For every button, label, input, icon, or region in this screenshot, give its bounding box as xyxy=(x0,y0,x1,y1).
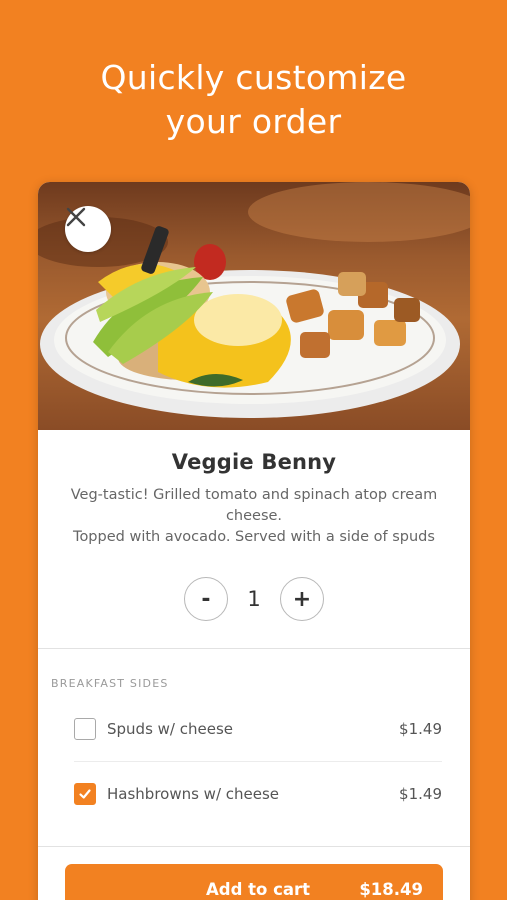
quantity-stepper: - 1 + xyxy=(38,577,470,621)
cart-total-price: $18.49 xyxy=(359,880,423,899)
increment-button[interactable]: + xyxy=(280,577,324,621)
item-description-line: Veg-tastic! Grilled tomato and spinach a… xyxy=(70,487,438,503)
add-to-cart-button[interactable]: Add to cart $18.49 xyxy=(65,864,443,900)
side-option-hashbrowns[interactable]: Hashbrowns w/ cheese $1.49 xyxy=(74,761,442,826)
breakfast-sides-header: BREAKFAST SIDES xyxy=(51,677,169,690)
side-option-price: $1.49 xyxy=(399,785,442,803)
decrement-button[interactable]: - xyxy=(184,577,228,621)
side-option-price: $1.49 xyxy=(399,719,442,738)
quantity-value: 1 xyxy=(247,587,261,611)
item-title: Veggie Benny xyxy=(171,450,337,474)
item-customization-card: Veggie Benny Veg-tastic! Grilled tomato … xyxy=(38,182,470,900)
headline-line-2: your order xyxy=(165,102,342,141)
item-description-line: Topped with avocado. Served with a side … xyxy=(73,529,435,545)
promo-headline: Quickly customize your order xyxy=(0,56,507,144)
side-option-spuds[interactable]: Spuds w/ cheese $1.49 xyxy=(74,696,442,761)
item-description-line: cheese. xyxy=(225,508,283,524)
add-to-cart-label: Add to cart xyxy=(206,880,311,899)
hashbrowns-checkbox[interactable] xyxy=(74,783,96,805)
headline-line-1: Quickly customize xyxy=(100,58,407,97)
food-photo xyxy=(38,182,470,430)
sides-options-list: Spuds w/ cheese $1.49 Hashbrowns w/ chee… xyxy=(38,696,470,826)
side-option-label: Hashbrowns w/ cheese xyxy=(107,785,280,803)
section-divider xyxy=(38,648,470,649)
close-icon xyxy=(66,207,86,227)
spuds-checkbox[interactable] xyxy=(74,717,96,740)
checkmark-icon xyxy=(79,789,91,799)
close-button[interactable] xyxy=(65,206,111,252)
footer-divider xyxy=(38,846,470,847)
side-option-label: Spuds w/ cheese xyxy=(107,719,233,738)
item-description: Veg-tastic! Grilled tomato and spinach a… xyxy=(62,485,446,548)
